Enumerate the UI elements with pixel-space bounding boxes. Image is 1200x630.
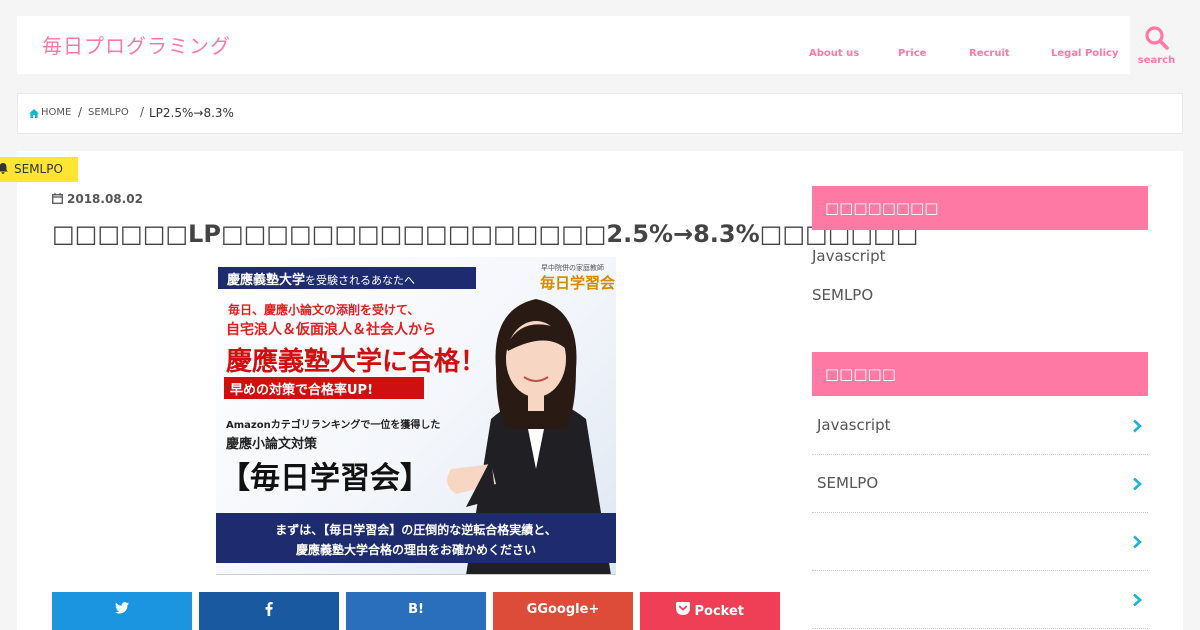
chevron-right-icon [1133,419,1142,433]
hero-headline-bold: 慶應義塾大学 [227,273,306,288]
hero-line-ribbon: 早めの対策で合格率UP! [224,377,424,399]
hero-headline-rest: を受験されるあなたへ [305,274,416,287]
calendar-icon [52,193,63,204]
site-header: 毎日プログラミング About us Price Recruit Legal P… [17,16,1183,74]
post-hero-image: 慶應義塾大学を受験されるあなたへ 早中院併の家庭教師 毎日学習会 毎日、慶應小論… [216,257,616,575]
twitter-icon [115,602,129,614]
share-google-button[interactable]: GGoogle+ [493,592,633,630]
share-google-label: Google+ [537,602,600,617]
breadcrumb-current: LP2.5%→8.3% [149,106,234,120]
share-twitter-button[interactable] [52,592,192,630]
share-hatena-label: B! [408,602,424,617]
category-badge-label: SEMLPO [14,162,63,176]
hero-bottom-banner: まずは、【毎日学習会】の圧倒的な逆転合格実績と、 慶應義塾大学合格の理由をお確か… [216,513,616,563]
sidebar-link-javascript[interactable]: Javascript [812,247,885,265]
post-date: 2018.08.02 [52,192,143,206]
nav-price[interactable]: Price [898,48,926,59]
folder-icon [0,163,8,174]
google-plus-icon: G [526,602,538,617]
breadcrumb-category[interactable]: SEMLPO [88,107,129,118]
post-title: □□□□□□LP□□□□□□□□□□□□□□□□□2.5%→8.3%□□□□□□… [52,220,919,248]
category-badge[interactable]: SEMLPO [0,157,78,182]
sidebar-category-item[interactable]: SEMLPO [812,455,1148,513]
hero-line-brand: 【毎日学習会】 [220,461,430,496]
hero-banner-line: まずは、【毎日学習会】の圧倒的な逆転合格実績と、 [275,523,557,537]
share-hatena-button[interactable]: B! [346,592,486,630]
sidebar-category-label: Javascript [817,416,891,434]
search-label: search [1137,55,1176,66]
hero-line: 毎日、慶應小論文の添削を受けて、 [228,303,420,317]
nav-about-us[interactable]: About us [809,48,859,59]
share-facebook-button[interactable] [199,592,339,630]
breadcrumb-separator: / [140,105,145,119]
home-icon [29,109,39,118]
search-button[interactable]: search [1130,16,1183,74]
breadcrumb: HOME / SEMLPO / LP2.5%→8.3% [17,93,1183,134]
hero-line: Amazonカテゴリランキングで一位を獲得した [226,420,441,431]
post-date-text: 2018.08.02 [67,192,143,206]
sidebar-category-item[interactable] [812,513,1148,571]
sidebar-heading: □□□□□□□□ [812,186,1148,230]
hero-line: 慶應小論文対策 [226,437,318,452]
share-pocket-label: Pocket [694,604,745,619]
sidebar-category-item[interactable]: Javascript [812,397,1148,455]
sidebar-link-semlpo[interactable]: SEMLPO [812,286,873,304]
chevron-right-icon [1133,477,1142,491]
share-pocket-button[interactable]: Pocket [640,592,780,630]
chevron-right-icon [1133,535,1142,549]
site-logo[interactable]: 毎日プログラミング [42,30,231,59]
search-icon [1145,26,1169,50]
sidebar-heading: □□□□□ [812,352,1148,396]
nav-recruit[interactable]: Recruit [969,48,1010,59]
chevron-right-icon [1133,593,1142,607]
hero-banner-line: 慶應義塾大学合格の理由をお確かめください [295,543,536,557]
facebook-icon [265,602,273,616]
hero-line: 自宅浪人＆仮面浪人＆社会人から [226,322,436,338]
pocket-icon [675,602,690,615]
breadcrumb-home[interactable]: HOME [41,107,71,118]
sidebar-category-item[interactable] [812,571,1148,629]
nav-legal-policy[interactable]: Legal Policy [1051,48,1118,59]
breadcrumb-separator: / [78,105,83,119]
sidebar-category-label: SEMLPO [817,474,879,492]
